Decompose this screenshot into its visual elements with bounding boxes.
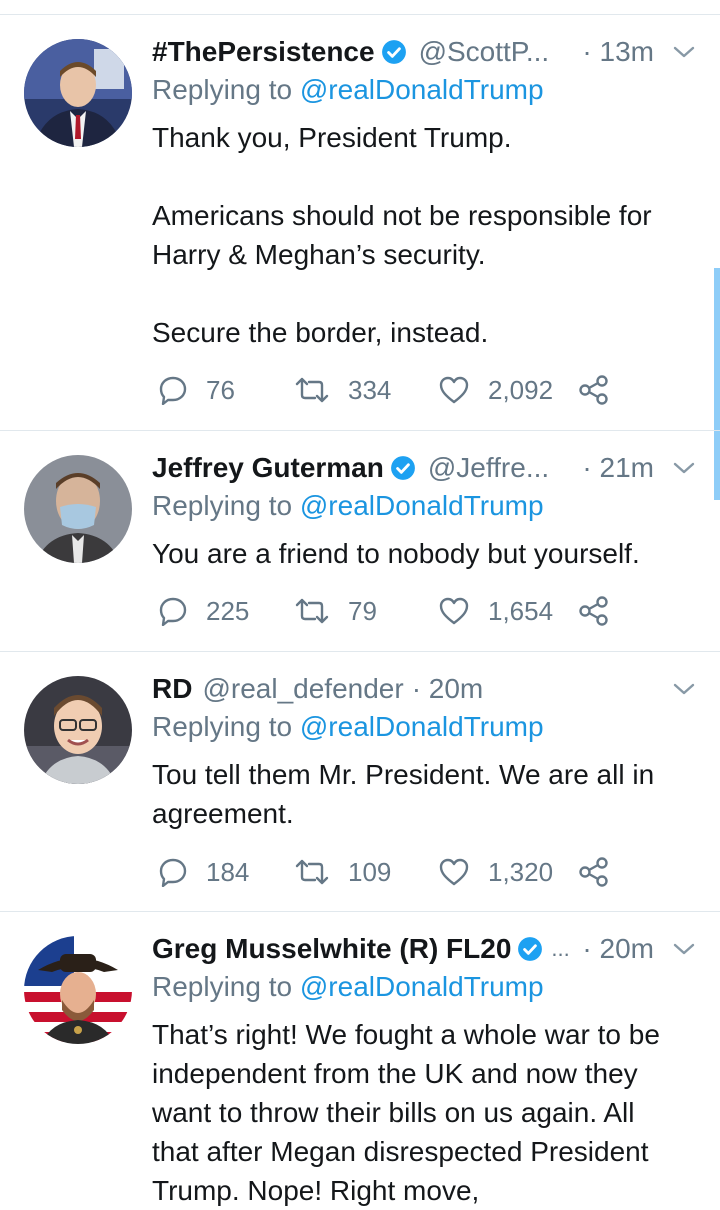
tweet-actions: 184 109 1,320 xyxy=(152,852,622,892)
reply-icon xyxy=(159,858,187,887)
avatar[interactable] xyxy=(24,455,132,563)
mention-link[interactable]: @realDonaldTrump xyxy=(300,490,544,521)
display-name[interactable]: Jeffrey Guterman xyxy=(152,452,384,484)
tweet-actions: 225 79 1,654 xyxy=(152,591,622,631)
tweet-line: that after Megan disrespected President xyxy=(152,1136,649,1167)
reply-button[interactable]: 225 xyxy=(158,591,249,631)
like-count: 1,654 xyxy=(488,595,554,626)
tweet-card[interactable]: #ThePersistence @ScottP... · 13m Replyin… xyxy=(0,15,720,431)
mention-link[interactable]: @realDonaldTrump xyxy=(300,74,544,105)
like-icon xyxy=(439,597,469,625)
tweet-header: RD @real_defender · 20m xyxy=(152,670,696,708)
tweet-card[interactable]: Greg Musselwhite (R) FL20 ... · 20m Repl… xyxy=(0,912,720,1209)
share-icon xyxy=(579,596,608,626)
user-handle[interactable]: @ScottP... xyxy=(419,36,550,68)
tweet-line: independent from the UK and now they xyxy=(152,1058,638,1089)
retweet-button[interactable]: 109 xyxy=(294,852,391,892)
replying-to: Replying to @realDonaldTrump xyxy=(152,711,544,743)
reply-button[interactable]: 76 xyxy=(158,370,235,410)
tweet-line: Secure the border, instead. xyxy=(152,317,489,348)
tweet-line: Harry & Meghan’s security. xyxy=(152,239,486,270)
like-icon xyxy=(439,376,469,404)
share-button[interactable] xyxy=(578,370,628,410)
tweet-text: You are a friend to nobody but yourself. xyxy=(152,534,696,573)
tweet-header: #ThePersistence @ScottP... · 13m xyxy=(152,33,696,71)
tweet-line: You are a friend to nobody but yourself. xyxy=(152,538,640,569)
reply-count: 76 xyxy=(206,374,235,405)
like-button[interactable]: 1,320 xyxy=(438,852,553,892)
mention-link[interactable]: @realDonaldTrump xyxy=(300,711,544,742)
user-handle[interactable]: @real_defender xyxy=(202,673,403,705)
chevron-down-icon[interactable] xyxy=(672,678,696,700)
avatar[interactable] xyxy=(24,39,132,147)
share-icon xyxy=(579,375,608,405)
mention-link[interactable]: @realDonaldTrump xyxy=(300,971,544,1002)
timestamp[interactable]: · 20m xyxy=(412,673,484,705)
replying-to: Replying to @realDonaldTrump xyxy=(152,971,544,1003)
retweet-icon xyxy=(295,859,329,885)
replying-prefix: Replying to xyxy=(152,971,293,1002)
share-icon xyxy=(579,857,608,887)
display-name[interactable]: #ThePersistence xyxy=(152,36,375,68)
tweet-text: Thank you, President Trump. Americans sh… xyxy=(152,118,696,352)
like-icon xyxy=(439,858,469,886)
chevron-down-icon[interactable] xyxy=(672,938,696,960)
reply-icon xyxy=(159,376,187,405)
replying-prefix: Replying to xyxy=(152,711,293,742)
retweet-count: 79 xyxy=(348,595,377,626)
avatar-image xyxy=(24,936,132,1044)
tweet-text: That’s right! We fought a whole war to b… xyxy=(152,1015,696,1210)
tweet-line: Thank you, President Trump. xyxy=(152,122,512,153)
retweet-icon xyxy=(295,377,329,403)
avatar-image xyxy=(24,39,132,147)
avatar[interactable] xyxy=(24,936,132,1044)
chevron-down-icon[interactable] xyxy=(672,457,696,479)
timestamp[interactable]: · 20m xyxy=(582,933,654,965)
avatar-image xyxy=(24,676,132,784)
chevron-down-icon[interactable] xyxy=(672,41,696,63)
tweet-header: Jeffrey Guterman @Jeffre... · 21m xyxy=(152,449,696,487)
verified-badge-icon xyxy=(518,937,543,961)
retweet-button[interactable]: 79 xyxy=(294,591,377,631)
reply-button[interactable]: 184 xyxy=(158,852,249,892)
tweet-text: Tou tell them Mr. President. We are all … xyxy=(152,755,696,833)
verified-badge-icon xyxy=(381,40,406,64)
tweet-card[interactable]: Jeffrey Guterman @Jeffre... · 21m Replyi… xyxy=(0,431,720,652)
like-button[interactable]: 1,654 xyxy=(438,591,553,631)
timestamp[interactable]: · 21m xyxy=(582,452,654,484)
tweet-line: That’s right! We fought a whole war to b… xyxy=(152,1019,660,1050)
retweet-button[interactable]: 334 xyxy=(294,370,391,410)
tweet-line: Trump. Nope! Right move, xyxy=(152,1175,480,1206)
replying-to: Replying to @realDonaldTrump xyxy=(152,490,544,522)
user-handle[interactable]: @Jeffre... xyxy=(428,452,549,484)
avatar-image xyxy=(24,455,132,563)
reply-icon xyxy=(159,597,187,626)
share-button[interactable] xyxy=(578,852,628,892)
retweet-icon xyxy=(295,598,329,624)
tweet-line: Americans should not be responsible for xyxy=(152,200,652,231)
avatar[interactable] xyxy=(24,676,132,784)
user-handle[interactable]: ... xyxy=(551,936,569,962)
verified-badge-icon xyxy=(390,456,415,480)
like-count: 1,320 xyxy=(488,856,554,887)
share-button[interactable] xyxy=(578,591,628,631)
replying-prefix: Replying to xyxy=(152,490,293,521)
like-button[interactable]: 2,092 xyxy=(438,370,553,410)
retweet-count: 334 xyxy=(348,374,392,405)
tweet-actions: 76 334 2,092 xyxy=(152,370,622,410)
like-count: 2,092 xyxy=(488,374,554,405)
tweet-line: agreement. xyxy=(152,798,294,829)
tweet-line: Tou tell them Mr. President. We are all … xyxy=(152,759,655,790)
timestamp[interactable]: · 13m xyxy=(582,36,654,68)
reply-count: 225 xyxy=(206,595,250,626)
tweet-header: Greg Musselwhite (R) FL20 ... · 20m xyxy=(152,930,696,968)
replying-to: Replying to @realDonaldTrump xyxy=(152,74,544,106)
tweet-line: want to throw their bills on us again. A… xyxy=(152,1097,635,1128)
replying-prefix: Replying to xyxy=(152,74,293,105)
reply-count: 184 xyxy=(206,856,250,887)
retweet-count: 109 xyxy=(348,856,392,887)
tweet-card[interactable]: RD @real_defender · 20m Replying to @rea… xyxy=(0,652,720,912)
display-name[interactable]: Greg Musselwhite (R) FL20 xyxy=(152,933,511,965)
display-name[interactable]: RD xyxy=(152,673,192,705)
